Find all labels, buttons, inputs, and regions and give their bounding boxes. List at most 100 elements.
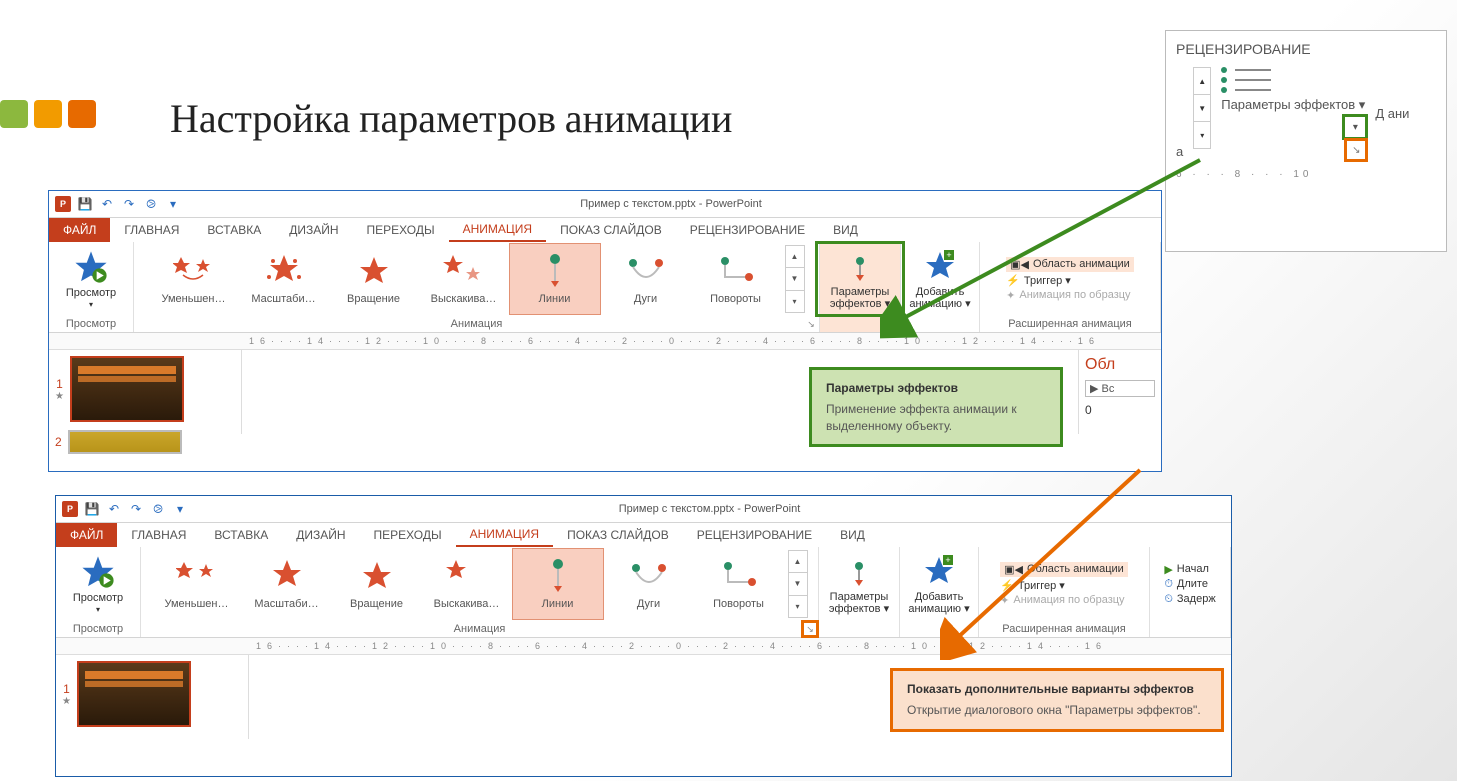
- tooltip-green-title: Параметры эффектов: [826, 380, 1046, 397]
- gallery-spin[interactable]: Вращение: [329, 244, 419, 314]
- add-animation-button-2[interactable]: +Добавить анимацию ▾: [897, 549, 981, 619]
- inset-truncated-left: а: [1176, 144, 1183, 159]
- gallery-lines-2[interactable]: Линии: [512, 548, 604, 620]
- decor-orange: [34, 100, 62, 128]
- preview-icon-2: [81, 554, 115, 590]
- gallery-bounce-2[interactable]: Выскакива…: [422, 549, 512, 619]
- effect-options-icon: [845, 248, 875, 284]
- tab-slideshow[interactable]: ПОКАЗ СЛАЙДОВ: [546, 218, 676, 242]
- gallery-scroll-2[interactable]: ▲▼▾: [788, 550, 808, 618]
- trigger-button-2[interactable]: ⚡Триггер ▾: [1000, 579, 1128, 592]
- qat-customize-icon-2[interactable]: ▾: [172, 501, 188, 517]
- tab-design-2[interactable]: ДИЗАЙН: [282, 523, 359, 547]
- tooltip-dialog-launcher: Показать дополнительные варианты эффекто…: [890, 668, 1224, 732]
- effect-options-label: Параметры эффектов ▾: [820, 286, 900, 310]
- gallery-bounce[interactable]: Выскакива…: [419, 244, 509, 314]
- add-animation-label: Добавить анимацию ▾: [900, 286, 980, 310]
- window-title-2: Пример с текстом.pptx - PowerPoint: [194, 503, 1225, 515]
- start-from-beginning-icon[interactable]: ⧁: [143, 196, 159, 212]
- gallery-zoom[interactable]: Масштаби…: [239, 244, 329, 314]
- inset-effect-options[interactable]: Параметры эффектов ▾ ▾ ↘: [1221, 67, 1365, 159]
- tab-review[interactable]: РЕЦЕНЗИРОВАНИЕ: [676, 218, 819, 242]
- inset-tab-review: РЕЦЕНЗИРОВАНИЕ: [1176, 41, 1436, 57]
- inset-closeup: РЕЦЕНЗИРОВАНИЕ а ▲ ▼ ▾ Параметры эффекто…: [1165, 30, 1447, 252]
- horizontal-ruler-2: 16····14····12····10····8····6····4····2…: [56, 638, 1231, 655]
- slide-thumbnails-2: 1★: [56, 655, 249, 739]
- tab-review-2[interactable]: РЕЦЕНЗИРОВАНИЕ: [683, 523, 826, 547]
- painter-icon: ✦: [1006, 289, 1015, 302]
- scroll-up-icon[interactable]: ▲: [1194, 68, 1210, 95]
- effect-options-button-2[interactable]: Параметры эффектов ▾: [817, 549, 901, 619]
- scroll-down-icon[interactable]: ▼: [1194, 95, 1210, 122]
- gallery-lines[interactable]: Линии: [509, 243, 601, 315]
- save-icon[interactable]: 💾: [77, 196, 93, 212]
- tab-view[interactable]: ВИД: [819, 218, 872, 242]
- undo-icon-2[interactable]: ↶: [106, 501, 122, 517]
- effect-options-button[interactable]: Параметры эффектов ▾: [818, 244, 902, 314]
- gallery-shrink[interactable]: Уменьшен…: [149, 244, 239, 314]
- animation-dialog-launcher[interactable]: ↘: [805, 318, 817, 330]
- inset-effect-options-label[interactable]: Параметры эффектов ▾: [1221, 97, 1365, 113]
- gallery-scroll-down-icon[interactable]: ▼: [786, 268, 804, 290]
- bounce-icon: [441, 253, 487, 289]
- tab-home[interactable]: ГЛАВНАЯ: [110, 218, 193, 242]
- start-icon-2[interactable]: ⧁: [150, 501, 166, 517]
- gallery-arcs-2[interactable]: Дуги: [604, 549, 694, 619]
- thumbnail-2[interactable]: 2: [55, 430, 235, 454]
- slide-thumbnails: 1★ 2: [49, 350, 242, 434]
- gallery-arcs[interactable]: Дуги: [601, 244, 691, 314]
- inset-effect-options-dropdown[interactable]: ▾: [1345, 117, 1365, 137]
- save-icon-2[interactable]: 💾: [84, 501, 100, 517]
- redo-icon-2[interactable]: ↷: [128, 501, 144, 517]
- qat-customize-icon[interactable]: ▾: [165, 196, 181, 212]
- tab-insert-2[interactable]: ВСТАВКА: [200, 523, 282, 547]
- tab-file[interactable]: ФАЙЛ: [49, 218, 110, 242]
- gallery-turns-2[interactable]: Повороты: [694, 549, 784, 619]
- svg-text:+: +: [945, 555, 950, 565]
- gallery-scroll-up-icon[interactable]: ▲: [786, 246, 804, 268]
- tab-home-2[interactable]: ГЛАВНАЯ: [117, 523, 200, 547]
- thumbnail-1[interactable]: 1★: [55, 356, 235, 422]
- add-animation-button[interactable]: + Добавить анимацию ▾: [898, 244, 982, 314]
- gallery-zoom-2[interactable]: Масштаби…: [242, 549, 332, 619]
- undo-icon[interactable]: ↶: [99, 196, 115, 212]
- tab-animations-2[interactable]: АНИМАЦИЯ: [456, 523, 553, 547]
- animation-dialog-launcher-2[interactable]: ↘: [804, 623, 816, 635]
- gallery-turns[interactable]: Повороты: [691, 244, 781, 314]
- animation-painter-button[interactable]: ✦Анимация по образцу: [1006, 289, 1134, 302]
- gallery-shrink-2[interactable]: Уменьшен…: [152, 549, 242, 619]
- gallery-spin-2[interactable]: Вращение: [332, 549, 422, 619]
- scroll-more-icon[interactable]: ▾: [1194, 122, 1210, 148]
- thumbnail-1-2[interactable]: 1★: [62, 661, 242, 727]
- tab-transitions-2[interactable]: ПЕРЕХОДЫ: [360, 523, 456, 547]
- inset-gallery-scroll[interactable]: ▲ ▼ ▾: [1193, 67, 1211, 149]
- spin-icon: [351, 253, 397, 289]
- pane-play-button[interactable]: ▶ Вс: [1085, 380, 1155, 397]
- tab-animations[interactable]: АНИМАЦИЯ: [449, 218, 546, 242]
- animation-painter-button-2[interactable]: ✦Анимация по образцу: [1000, 594, 1128, 607]
- tab-view-2[interactable]: ВИД: [826, 523, 879, 547]
- timing-delay[interactable]: ⏲Задерж: [1164, 593, 1215, 606]
- timing-start[interactable]: ▶Начал: [1164, 563, 1215, 576]
- redo-icon[interactable]: ↷: [121, 196, 137, 212]
- pane-timeline-zero: 0: [1085, 403, 1155, 417]
- tab-slideshow-2[interactable]: ПОКАЗ СЛАЙДОВ: [553, 523, 683, 547]
- tab-design[interactable]: ДИЗАЙН: [275, 218, 352, 242]
- tooltip-green-body: Применение эффекта анимации к выделенном…: [826, 402, 1017, 433]
- tab-insert[interactable]: ВСТАВКА: [193, 218, 275, 242]
- ribbon: Просмотр ▾ Просмотр Уменьшен… Масштаби…: [49, 242, 1161, 333]
- timing-duration[interactable]: ⏱Длите: [1164, 578, 1215, 591]
- animation-pane-button[interactable]: ▣◀Область анимации: [1006, 257, 1134, 272]
- tooltip-orange-body: Открытие диалогового окна "Параметры эфф…: [907, 703, 1201, 717]
- preview-group-label: Просмотр: [49, 316, 133, 332]
- gallery-more-icon[interactable]: ▾: [786, 291, 804, 312]
- tab-transitions[interactable]: ПЕРЕХОДЫ: [353, 218, 449, 242]
- advanced-group-label: Расширенная анимация: [980, 316, 1160, 332]
- tab-file-2[interactable]: ФАЙЛ: [56, 523, 117, 547]
- trigger-button[interactable]: ⚡Триггер ▾: [1006, 274, 1134, 287]
- preview-button[interactable]: Просмотр ▾: [49, 245, 133, 314]
- preview-button-2[interactable]: Просмотр▾: [56, 550, 140, 619]
- animation-pane-button-2[interactable]: ▣◀Область анимации: [1000, 562, 1128, 577]
- inset-dialog-launcher[interactable]: ↘: [1347, 141, 1365, 159]
- gallery-scroll[interactable]: ▲ ▼ ▾: [785, 245, 805, 313]
